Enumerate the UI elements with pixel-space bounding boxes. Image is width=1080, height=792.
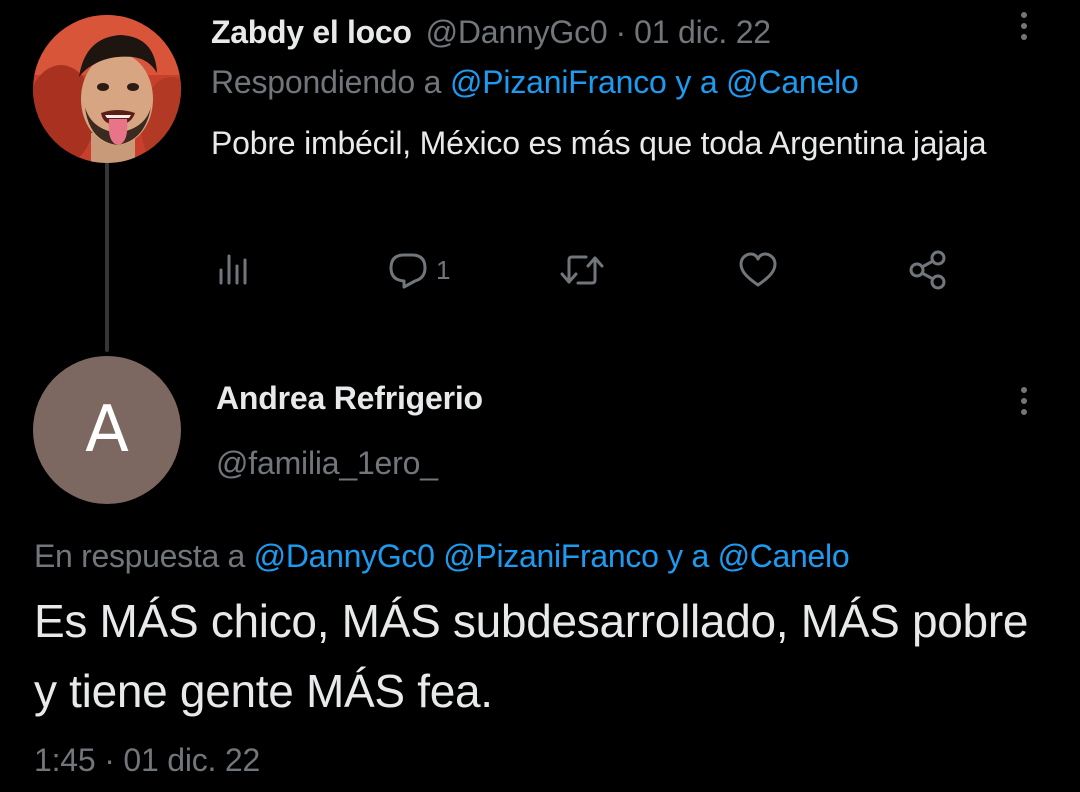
replying-joiner[interactable]: y a [675, 64, 717, 101]
like-button[interactable] [736, 248, 780, 292]
thread-connector-line [105, 160, 109, 352]
display-name[interactable]: Zabdy el loco [211, 14, 412, 51]
more-options-button[interactable] [1010, 6, 1038, 46]
replying-to-label: En respuesta a [34, 537, 246, 574]
tweet-timestamp[interactable]: 1:45 · 01 dic. 22 [34, 742, 260, 779]
retweet-button[interactable] [558, 248, 606, 292]
tweet-text: Pobre imbécil, México es más que toda Ar… [211, 125, 987, 161]
avatar-photo [33, 15, 181, 163]
separator-dot: · [615, 13, 627, 50]
mention-link[interactable]: @Canelo [726, 64, 859, 101]
user-handle[interactable]: @DannyGc0 [426, 14, 608, 51]
mention-link[interactable]: @PizaniFranco [443, 538, 659, 575]
more-options-button[interactable] [1010, 381, 1038, 421]
avatar[interactable]: A [33, 356, 181, 504]
replying-to-line: Respondiendo a @PizaniFranco y a @Canelo [211, 62, 859, 102]
share-icon [909, 250, 946, 290]
replying-to-line: En respuesta a @DannyGc0 @PizaniFranco y… [34, 536, 850, 576]
tweet-date: 01 dic. 22 [123, 742, 261, 778]
reply-count: 1 [436, 254, 451, 285]
separator-dot: · [104, 742, 115, 778]
share-button[interactable] [906, 248, 950, 292]
mention-link[interactable]: @PizaniFranco [450, 64, 667, 101]
views-icon [219, 254, 247, 285]
tweet-header: Zabdy el loco @DannyGc0 · 01 dic. 22 [211, 12, 771, 52]
user-handle[interactable]: @familia_1ero_ [216, 445, 438, 482]
more-icon [1021, 12, 1027, 18]
tweet-text: Es MÁS chico, MÁS subdesarrollado, MÁS p… [34, 595, 1029, 717]
like-icon [739, 252, 777, 287]
replying-to-label: Respondiendo a [211, 63, 442, 100]
more-icon [1021, 387, 1027, 393]
mention-link[interactable]: @DannyGc0 [254, 538, 435, 575]
tweet-time: 1:45 [34, 742, 96, 778]
views-button[interactable] [214, 248, 254, 288]
replying-joiner[interactable]: y a [667, 538, 709, 575]
avatar[interactable] [33, 15, 181, 163]
mention-link[interactable]: @Canelo [718, 538, 850, 575]
tweet-date[interactable]: 01 dic. 22 [634, 14, 771, 51]
display-name[interactable]: Andrea Refrigerio [216, 380, 483, 417]
reply-button[interactable]: 1 [386, 248, 450, 292]
retweet-icon [560, 255, 604, 285]
reply-icon [389, 253, 427, 289]
avatar-letter: A [85, 393, 129, 467]
